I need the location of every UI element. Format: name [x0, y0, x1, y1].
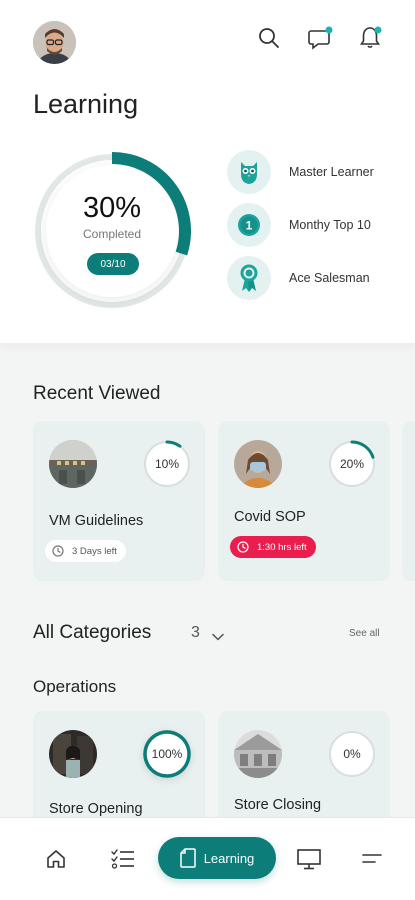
time-left-tag: 3 Days left	[45, 540, 126, 562]
learning-progress-ring: 30% Completed 03/10	[33, 152, 191, 310]
operations-group-title: Operations	[33, 677, 117, 696]
time-left-label: 1:30 hrs left	[257, 541, 307, 553]
course-title: Store Opening	[49, 801, 143, 817]
course-thumbnail	[234, 730, 282, 778]
presentation-icon[interactable]	[295, 845, 323, 873]
progress-completed-label: Completed	[82, 227, 142, 241]
home-icon[interactable]	[42, 845, 70, 873]
nav-learning-label: Learning	[203, 850, 255, 866]
owl-icon	[227, 150, 271, 194]
time-left-tag: 1:30 hrs left	[230, 536, 316, 558]
badge-label: Monthy Top 10	[289, 218, 371, 232]
see-all-link[interactable]: See all	[349, 628, 380, 639]
recent-viewed-title: Recent Viewed	[33, 383, 161, 404]
course-title: Covid SOP	[234, 509, 306, 525]
recent-card-vm-guidelines[interactable]: 10% VM Guidelines 3 Days left	[33, 421, 205, 581]
course-thumbnail	[49, 440, 97, 488]
time-left-label: 3 Days left	[72, 545, 117, 557]
page-title: Learning	[33, 89, 139, 119]
badge-ace-salesman[interactable]: Ace Salesman	[227, 256, 397, 300]
learning-icon	[179, 848, 196, 868]
course-percent: 100%	[151, 747, 183, 761]
badge-monthly-top-10[interactable]: 1 Monthy Top 10	[227, 203, 397, 247]
badge-label: Master Learner	[289, 165, 374, 179]
menu-icon[interactable]	[358, 845, 386, 873]
learning-summary-panel: Learning 30% Completed 03/10 Master Lear…	[0, 0, 415, 343]
course-percent: 0%	[343, 747, 361, 761]
course-thumbnail	[234, 440, 282, 488]
badge-label: Ace Salesman	[289, 271, 370, 285]
category-count: 3	[191, 624, 200, 641]
course-thumbnail	[49, 730, 97, 778]
rank-number: 1	[246, 219, 253, 233]
course-title: VM Guidelines	[49, 513, 144, 529]
course-percent: 10%	[154, 457, 180, 471]
course-percent: 20%	[339, 457, 365, 471]
course-progress-ring: 0%	[328, 730, 376, 778]
course-progress-ring: 20%	[328, 440, 376, 488]
rank-medal-icon: 1	[227, 203, 271, 247]
bell-icon[interactable]	[358, 25, 384, 51]
all-categories-title: All Categories	[33, 622, 152, 643]
checklist-icon[interactable]	[109, 845, 137, 873]
bottom-navigation: Learning	[0, 817, 415, 900]
recent-card-partial[interactable]	[402, 421, 415, 581]
recent-card-covid-sop[interactable]: 20% Covid SOP 1:30 hrs left	[218, 421, 390, 581]
progress-percent: 30%	[82, 192, 142, 224]
clock-icon	[237, 541, 249, 553]
badge-master-learner[interactable]: Master Learner	[227, 150, 397, 194]
course-progress-ring: 10%	[143, 440, 191, 488]
course-progress-ring: 100%	[143, 730, 191, 778]
course-title: Store Closing	[234, 797, 322, 813]
nav-learning-button[interactable]: Learning	[158, 837, 276, 879]
progress-count-badge: 03/10	[87, 253, 139, 275]
chevron-down-icon[interactable]	[212, 628, 224, 646]
chat-icon[interactable]	[308, 25, 334, 51]
avatar[interactable]	[33, 21, 76, 64]
search-icon[interactable]	[256, 25, 282, 51]
clock-icon	[52, 545, 64, 557]
award-ribbon-icon	[227, 256, 271, 300]
